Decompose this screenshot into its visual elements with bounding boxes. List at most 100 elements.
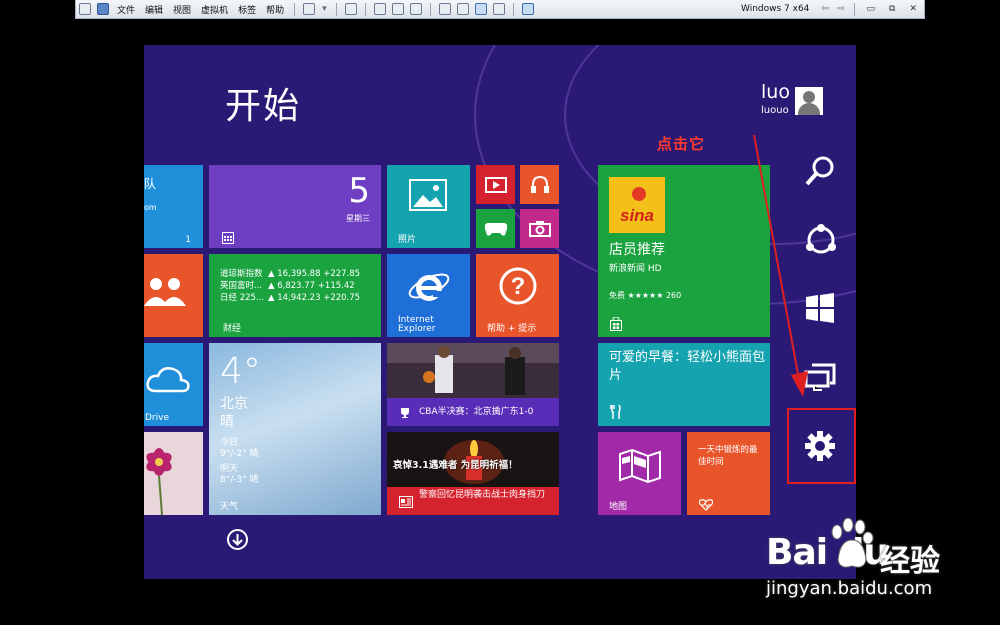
- tile-maps[interactable]: 地图: [598, 432, 681, 515]
- tile-label: 帮助 + 提示: [487, 324, 537, 334]
- menu-vm[interactable]: 虚拟机: [201, 3, 228, 16]
- finance-rows: 道琼斯指数 ▲ 16,395.88 +227.85 英国富时... ▲ 6,823.…: [220, 268, 360, 304]
- tile-video[interactable]: [476, 165, 515, 204]
- weather-city: 北京: [220, 396, 248, 412]
- restore-icon[interactable]: ⧉: [889, 4, 895, 14]
- menu-help[interactable]: 帮助: [266, 3, 284, 16]
- stock-name: 日经 225...: [220, 293, 265, 303]
- tile-onedrive[interactable]: Drive: [144, 343, 203, 426]
- tile-weather[interactable]: 4° 北京 晴 今日 9°/-2° 晴 明天 8°/-3° 晴 天气: [209, 343, 381, 515]
- heart-icon: [698, 496, 714, 515]
- gamepad-icon: [484, 221, 508, 241]
- baidu-watermark: Bai du 经验 jingyan.baidu.com: [766, 518, 966, 602]
- all-apps-button[interactable]: [227, 529, 248, 550]
- close-icon[interactable]: ✕: [909, 4, 917, 14]
- store-subtitle: 新浪新闻 HD: [609, 264, 662, 274]
- store-rating: 免费 ★★★★★ 260: [609, 291, 682, 300]
- separator: [335, 2, 337, 16]
- trophy-icon: [399, 404, 411, 423]
- tile-text: 警察回忆昆明袭击战士肉身挡刀: [419, 490, 546, 500]
- cutlery-icon: [610, 404, 622, 423]
- help-icon: ?: [498, 266, 538, 310]
- paw-icon: [831, 518, 874, 568]
- tile-sports[interactable]: CBA半决赛：北京擒广东1-0: [387, 343, 559, 426]
- tile-text: 可爱的早餐：轻松小熊面包片: [609, 350, 766, 383]
- tile-ie[interactable]: Internet Explorer: [387, 254, 470, 337]
- unity-icon[interactable]: [492, 3, 505, 15]
- highlight-box: [787, 408, 856, 484]
- vm-toolbar: 文件 编辑 视图 虚拟机 标签 帮助 ▾ Windows 7 x64 ⇦ ⇨ ▭…: [75, 0, 925, 19]
- network-icon[interactable]: [344, 3, 357, 15]
- tile-label: 地图: [609, 502, 628, 512]
- fullscreen-icon[interactable]: [474, 3, 487, 15]
- page-title: 开始: [225, 86, 302, 127]
- news-icon: [399, 493, 413, 512]
- tile-label: Internet Explorer: [398, 315, 436, 334]
- camera-icon: [529, 221, 551, 241]
- tile-label: Drive: [145, 413, 169, 423]
- cloud-icon: [146, 365, 190, 397]
- menu-edit[interactable]: 编辑: [145, 3, 163, 16]
- separator: [853, 2, 855, 16]
- basketball-photo: [387, 343, 559, 398]
- prev-vm-icon[interactable]: ⇦: [821, 4, 829, 14]
- separator: [429, 2, 431, 16]
- dropdown-icon[interactable]: ▾: [322, 4, 327, 14]
- tile-music[interactable]: [520, 165, 559, 204]
- menu-view[interactable]: 视图: [173, 3, 191, 16]
- people-icon: [144, 274, 186, 314]
- svg-text:?: ?: [511, 273, 526, 300]
- tile-text: 队: [144, 177, 157, 191]
- snapshot-icon[interactable]: [373, 3, 386, 15]
- baidu-url: jingyan.baidu.com: [766, 578, 933, 599]
- sidebar-icon[interactable]: [438, 3, 451, 15]
- sina-logo: sina: [609, 177, 665, 233]
- tile-label: 财经: [223, 324, 242, 334]
- tile-sub: om: [144, 203, 157, 212]
- tile-games[interactable]: [476, 209, 515, 248]
- stock-value: ▲ 6,823.77 +115.42: [268, 281, 355, 291]
- snapshot-manager-icon[interactable]: [409, 3, 422, 15]
- weather-today-value: 9°/-2° 晴: [220, 449, 259, 459]
- user-account[interactable]: luouo: [761, 105, 789, 116]
- separator: [294, 2, 296, 16]
- map-icon: [618, 448, 662, 488]
- vm-icon[interactable]: [97, 3, 109, 15]
- baidu-brand: 经验: [880, 544, 940, 579]
- tile-photos[interactable]: 照片: [387, 165, 470, 248]
- stock-name: 道琼斯指数: [220, 269, 263, 279]
- ie-icon: [407, 264, 451, 312]
- pin-icon[interactable]: [79, 3, 91, 15]
- menu-file[interactable]: 文件: [117, 3, 135, 16]
- annotation-arrow: [753, 135, 808, 397]
- store-icon: [610, 316, 622, 335]
- svg-text:sina: sina: [620, 206, 654, 225]
- menu-tabs[interactable]: 标签: [238, 3, 256, 16]
- thumbnail-icon[interactable]: [456, 3, 469, 15]
- user-name[interactable]: luo: [761, 81, 790, 103]
- pause-icon[interactable]: [303, 3, 316, 15]
- avatar[interactable]: [795, 87, 823, 115]
- annotation-label: 点击它: [657, 135, 706, 153]
- tile-news[interactable]: 哀悼3.1遇难者 为昆明祈福！ 警察回忆昆明袭击战士肉身挡刀: [387, 432, 559, 515]
- vm-name: Windows 7 x64: [741, 4, 810, 14]
- console-view-icon[interactable]: [521, 3, 534, 15]
- revert-icon[interactable]: [391, 3, 404, 15]
- tile-calendar[interactable]: 5 星期三: [209, 165, 381, 248]
- stock-name: 英国富时...: [220, 281, 263, 291]
- tile-people-partial[interactable]: 队 om 1: [144, 165, 203, 248]
- tile-label: 照片: [398, 235, 417, 245]
- tile-finance[interactable]: 道琼斯指数 ▲ 16,395.88 +227.85 英国富时... ▲ 6,823.…: [209, 254, 381, 337]
- tile-camera[interactable]: [520, 209, 559, 248]
- tile-text: 一天中锻炼的最佳时间: [698, 445, 758, 467]
- tile-desktop[interactable]: [144, 432, 203, 515]
- tile-health[interactable]: 一天中锻炼的最佳时间: [687, 432, 770, 515]
- headphones-icon: [530, 175, 550, 199]
- calendar-icon: [222, 229, 234, 248]
- next-vm-icon[interactable]: ⇨: [837, 4, 845, 14]
- tile-count: 1: [185, 235, 191, 245]
- tile-help[interactable]: ? 帮助 + 提示: [476, 254, 559, 337]
- minimize-icon[interactable]: ▭: [867, 4, 876, 14]
- weather-temp: 4°: [220, 351, 261, 392]
- tile-people[interactable]: [144, 254, 203, 337]
